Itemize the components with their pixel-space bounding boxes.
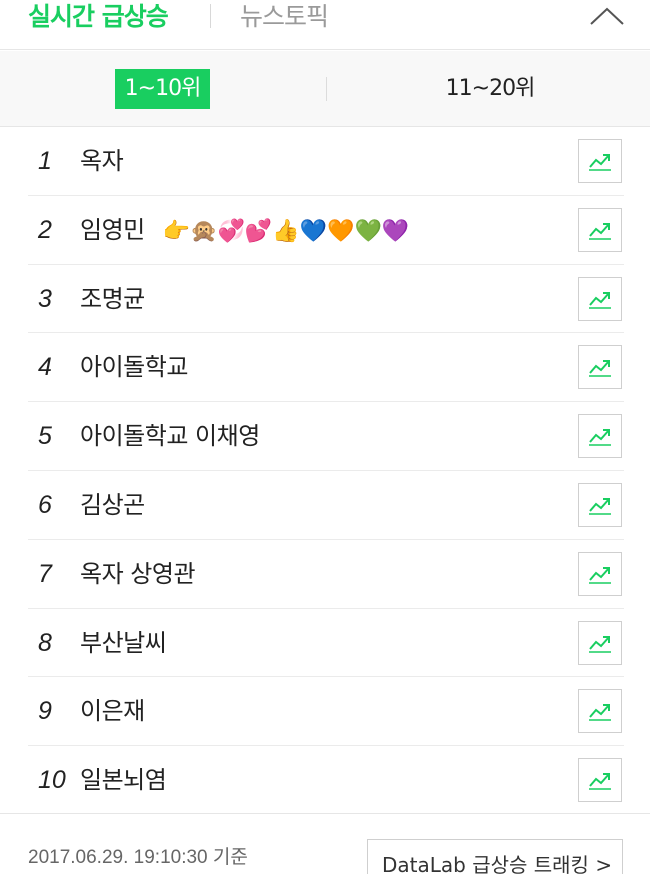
trend-chart-icon[interactable] bbox=[578, 414, 622, 459]
list-item[interactable]: 8 부산날씨 bbox=[28, 609, 624, 678]
trend-chart-icon[interactable] bbox=[578, 139, 622, 183]
trend-chart-icon[interactable] bbox=[578, 276, 622, 321]
search-term[interactable]: 옥자 bbox=[80, 127, 124, 195]
list-item[interactable]: 4 아이돌학교 bbox=[28, 333, 624, 403]
search-term[interactable]: 조명균 bbox=[80, 265, 145, 333]
top-tab-bar: 실시간 급상승 뉴스토픽 bbox=[0, 0, 650, 50]
rank-number: 8 bbox=[38, 628, 52, 657]
list-item[interactable]: 3 조명균 bbox=[28, 265, 624, 334]
range-tab-11-20[interactable]: 11~20위 bbox=[400, 69, 580, 109]
search-term[interactable]: 아이돌학교 이채영 bbox=[80, 402, 260, 470]
datalab-tracking-button[interactable]: DataLab 급상승 트래킹 > bbox=[367, 839, 623, 874]
list-item[interactable]: 7 옥자 상영관 bbox=[28, 540, 624, 609]
list-footer: 2017.06.29. 19:10:30 기준 DataLab 급상승 트래킹 … bbox=[0, 813, 650, 874]
rank-range-selector: 1~10위 11~20위 bbox=[0, 51, 650, 127]
list-item[interactable]: 2 임영민 👉🙊💞💕👍💙🧡💚💜 bbox=[28, 196, 624, 265]
range-divider bbox=[326, 77, 327, 101]
list-item[interactable]: 9 이은재 bbox=[28, 677, 624, 747]
rank-number: 7 bbox=[38, 559, 52, 588]
rank-number: 9 bbox=[38, 697, 52, 726]
tab-news-topic[interactable]: 뉴스토픽 bbox=[240, 0, 329, 34]
trend-chart-icon[interactable] bbox=[578, 207, 622, 252]
search-term[interactable]: 부산날씨 bbox=[80, 609, 167, 677]
range-tab-1-10[interactable]: 1~10위 bbox=[115, 69, 210, 109]
emoji-sequence: 👉🙊💞💕👍💙🧡💚💜 bbox=[162, 218, 410, 244]
list-item[interactable]: 10 일본뇌염 bbox=[28, 746, 624, 815]
rank-number: 1 bbox=[38, 147, 52, 175]
search-term[interactable]: 이은재 bbox=[80, 677, 145, 745]
tab-realtime-rising[interactable]: 실시간 급상승 bbox=[28, 0, 169, 34]
search-term[interactable]: 임영민 👉🙊💞💕👍💙🧡💚💜 bbox=[80, 196, 409, 264]
search-term[interactable]: 옥자 상영관 bbox=[80, 540, 196, 608]
trend-chart-icon[interactable] bbox=[578, 620, 622, 665]
trend-chart-icon[interactable] bbox=[578, 689, 622, 734]
list-item[interactable]: 6 김상곤 bbox=[28, 471, 624, 540]
list-item[interactable]: 5 아이돌학교 이채영 bbox=[28, 402, 624, 471]
search-term[interactable]: 김상곤 bbox=[80, 471, 145, 539]
chevron-up-icon[interactable] bbox=[586, 0, 628, 34]
search-term[interactable]: 일본뇌염 bbox=[80, 746, 167, 814]
trend-chart-icon[interactable] bbox=[578, 551, 622, 596]
rank-number: 6 bbox=[38, 490, 52, 519]
rank-number: 3 bbox=[38, 284, 52, 313]
rank-number: 10 bbox=[38, 766, 66, 795]
rank-number: 2 bbox=[38, 215, 52, 244]
list-item[interactable]: 1 옥자 bbox=[28, 127, 624, 196]
tab-divider bbox=[210, 4, 211, 28]
trend-chart-icon[interactable] bbox=[578, 482, 622, 527]
ranking-list: 1 옥자 2 임영민 👉🙊💞💕👍💙🧡💚💜 3 조명균 4 아이돌학교 5 아이돌학… bbox=[28, 127, 624, 815]
trend-chart-icon[interactable] bbox=[578, 345, 622, 390]
trend-chart-icon[interactable] bbox=[578, 758, 622, 803]
rank-number: 4 bbox=[38, 353, 52, 382]
rank-number: 5 bbox=[38, 422, 52, 451]
update-timestamp: 2017.06.29. 19:10:30 기준 bbox=[28, 847, 248, 868]
search-term[interactable]: 아이돌학교 bbox=[80, 333, 188, 401]
